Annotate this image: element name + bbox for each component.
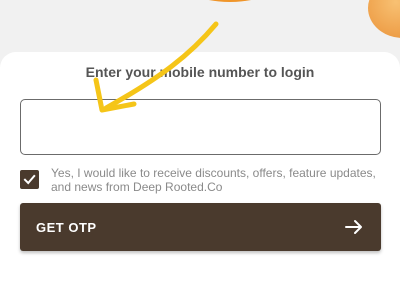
get-otp-button[interactable]: GET OTP (20, 203, 381, 251)
mobile-number-input[interactable] (20, 99, 381, 155)
orange-slice-image (368, 0, 400, 38)
checkmark-icon (23, 174, 36, 185)
arrow-right-icon (345, 219, 363, 235)
consent-checkbox[interactable] (20, 170, 39, 189)
consent-text: Yes, I would like to receive discounts, … (51, 166, 376, 194)
get-otp-label: GET OTP (36, 219, 97, 235)
login-heading: Enter your mobile number to login (85, 64, 315, 80)
orange-fruit-image (170, 0, 290, 2)
